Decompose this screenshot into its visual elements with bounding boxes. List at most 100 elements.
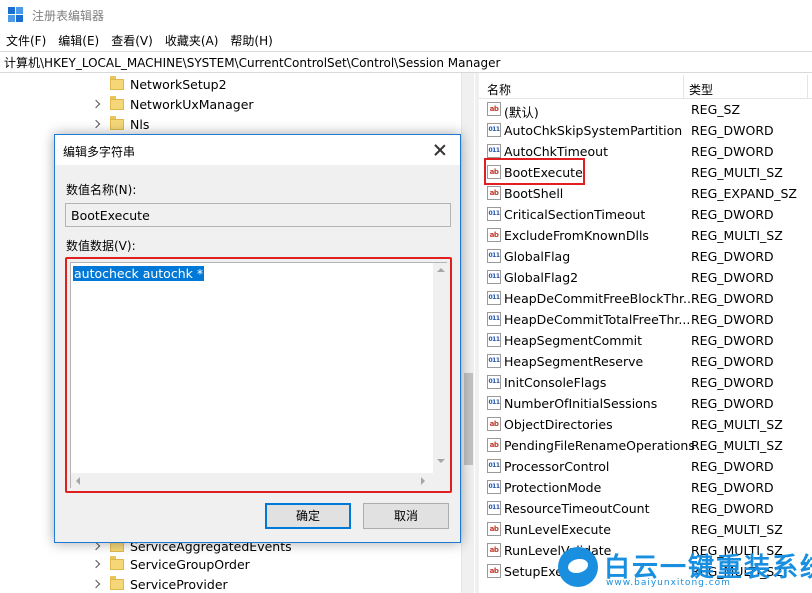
- table-row[interactable]: 011 ProcessorControl REG_DWORD: [479, 456, 812, 477]
- scroll-left-icon[interactable]: [76, 477, 80, 485]
- table-row[interactable]: ab PendingFileRenameOperations REG_MULTI_S…: [479, 435, 812, 456]
- scroll-up-icon[interactable]: [437, 268, 445, 272]
- table-row[interactable]: 011 ResourceTimeoutCount REG_DWORD: [479, 498, 812, 519]
- tree-scrollbar-thumb[interactable]: [464, 373, 473, 465]
- vertical-scrollbar[interactable]: [433, 263, 448, 473]
- menu-view[interactable]: 查看(V): [105, 32, 159, 49]
- table-row[interactable]: 011 HeapSegmentCommit REG_DWORD: [479, 330, 812, 351]
- table-row[interactable]: 011 ProtectionMode REG_DWORD: [479, 477, 812, 498]
- table-row[interactable]: 011 HeapDeCommitFreeBlockThr... REG_DWORD: [479, 288, 812, 309]
- value-name-field: BootExecute: [65, 203, 451, 227]
- chevron-right-icon[interactable]: [92, 559, 102, 569]
- value-name: HeapSegmentCommit: [504, 333, 643, 348]
- cancel-button[interactable]: 取消: [363, 503, 449, 529]
- scroll-right-icon[interactable]: [421, 477, 425, 485]
- string-value-icon: ab: [487, 543, 501, 557]
- menu-favorites[interactable]: 收藏夹(A): [159, 32, 225, 49]
- value-type: REG_MULTI_SZ: [691, 438, 783, 453]
- table-row[interactable]: 011 GlobalFlag REG_DWORD: [479, 246, 812, 267]
- folder-icon: [110, 75, 124, 90]
- tree-item[interactable]: NetworkUxManager: [0, 94, 254, 114]
- column-divider[interactable]: [807, 75, 808, 99]
- value-name: ObjectDirectories: [504, 417, 613, 432]
- menu-help[interactable]: 帮助(H): [224, 32, 278, 49]
- table-row[interactable]: 011 CriticalSectionTimeout REG_DWORD: [479, 204, 812, 225]
- table-row[interactable]: ab ExcludeFromKnownDlls REG_MULTI_SZ: [479, 225, 812, 246]
- table-row[interactable]: ab RunLevelExecute REG_MULTI_SZ: [479, 519, 812, 540]
- folder-icon: [110, 95, 124, 110]
- menu-bar: 文件(F) 编辑(E) 查看(V) 收藏夹(A) 帮助(H): [0, 30, 812, 50]
- value-type: REG_MULTI_SZ: [691, 522, 783, 537]
- scroll-down-icon[interactable]: [437, 459, 445, 463]
- table-row[interactable]: ab ObjectDirectories REG_MULTI_SZ: [479, 414, 812, 435]
- binary-value-icon: 011: [487, 270, 501, 284]
- value-name: ResourceTimeoutCount: [504, 501, 650, 516]
- string-value-icon: ab: [487, 417, 501, 431]
- value-type: REG_DWORD: [691, 480, 774, 495]
- value-data-highlight: autocheck autochk *: [65, 257, 452, 493]
- table-row[interactable]: 011 InitConsoleFlags REG_DWORD: [479, 372, 812, 393]
- value-type: REG_MULTI_SZ: [691, 165, 783, 180]
- binary-value-icon: 011: [487, 144, 501, 158]
- binary-value-icon: 011: [487, 396, 501, 410]
- binary-value-icon: 011: [487, 123, 501, 137]
- watermark-url: www.baiyunxitong.com: [606, 578, 731, 588]
- table-row[interactable]: ab BootShell REG_EXPAND_SZ: [479, 183, 812, 204]
- tree-item[interactable]: ServiceGroupOrder: [0, 554, 250, 574]
- string-value-icon: ab: [487, 564, 501, 578]
- binary-value-icon: 011: [487, 354, 501, 368]
- chevron-right-icon[interactable]: [92, 579, 102, 589]
- value-name: PendingFileRenameOperations: [504, 438, 695, 453]
- value-name: AutoChkSkipSystemPartition: [504, 123, 683, 138]
- watermark: 白云一键重装系统 www.baiyunxitong.com: [558, 545, 812, 591]
- bird-logo-icon: [558, 547, 598, 587]
- selected-text: autocheck autochk *: [73, 266, 205, 281]
- value-type: REG_DWORD: [691, 312, 774, 327]
- value-name: RunLevelExecute: [504, 522, 611, 537]
- tree-item[interactable]: NetworkSetup2: [0, 74, 227, 94]
- close-icon[interactable]: [429, 140, 451, 160]
- table-row[interactable]: 011 NumberOfInitialSessions REG_DWORD: [479, 393, 812, 414]
- value-type: REG_MULTI_SZ: [691, 228, 783, 243]
- list-header: 名称 类型: [479, 75, 812, 99]
- tree-item-label: ServiceProvider: [130, 576, 228, 592]
- binary-value-icon: 011: [487, 249, 501, 263]
- string-value-icon: ab: [487, 438, 501, 452]
- tree-item[interactable]: ServiceProvider: [0, 574, 228, 593]
- table-row[interactable]: 011 AutoChkSkipSystemPartition REG_DWORD: [479, 120, 812, 141]
- string-value-icon: ab: [487, 522, 501, 536]
- value-type: REG_DWORD: [691, 375, 774, 390]
- value-type: REG_SZ: [691, 102, 741, 117]
- table-row[interactable]: 011 HeapDeCommitTotalFreeThr... REG_DWORD: [479, 309, 812, 330]
- tree-item-label: Nls: [130, 116, 150, 132]
- scrollbar-corner: [433, 473, 448, 488]
- registry-editor-icon: [8, 7, 24, 23]
- value-type: REG_DWORD: [691, 270, 774, 285]
- chevron-right-icon[interactable]: [92, 99, 102, 109]
- column-header-name[interactable]: 名称: [487, 81, 511, 98]
- ok-button[interactable]: 确定: [265, 503, 351, 529]
- tree-item-label: NetworkSetup2: [130, 76, 227, 92]
- table-row[interactable]: 011 GlobalFlag2 REG_DWORD: [479, 267, 812, 288]
- value-data-textarea[interactable]: autocheck autochk *: [70, 262, 448, 488]
- chevron-right-icon[interactable]: [92, 119, 102, 129]
- address-bar[interactable]: 计算机\HKEY_LOCAL_MACHINE\SYSTEM\CurrentCon…: [0, 51, 812, 73]
- binary-value-icon: 011: [487, 207, 501, 221]
- value-type: REG_DWORD: [691, 396, 774, 411]
- menu-edit[interactable]: 编辑(E): [52, 32, 105, 49]
- dialog-title-bar: 编辑多字符串: [55, 135, 460, 165]
- table-row[interactable]: 011 HeapSegmentReserve REG_DWORD: [479, 351, 812, 372]
- value-name: ProtectionMode: [504, 480, 602, 495]
- binary-value-icon: 011: [487, 312, 501, 326]
- horizontal-scrollbar[interactable]: [71, 473, 433, 488]
- value-data-label: 数值数据(V):: [66, 239, 136, 253]
- column-divider[interactable]: [683, 75, 684, 99]
- value-type: REG_DWORD: [691, 501, 774, 516]
- table-row[interactable]: ab (默认) REG_SZ: [479, 99, 812, 120]
- tree-item-label: NetworkUxManager: [130, 96, 254, 112]
- column-header-type[interactable]: 类型: [689, 81, 713, 98]
- tree-scrollbar[interactable]: [461, 73, 474, 593]
- folder-icon: [110, 555, 124, 570]
- menu-file[interactable]: 文件(F): [0, 32, 52, 49]
- tree-item[interactable]: Nls: [0, 114, 149, 134]
